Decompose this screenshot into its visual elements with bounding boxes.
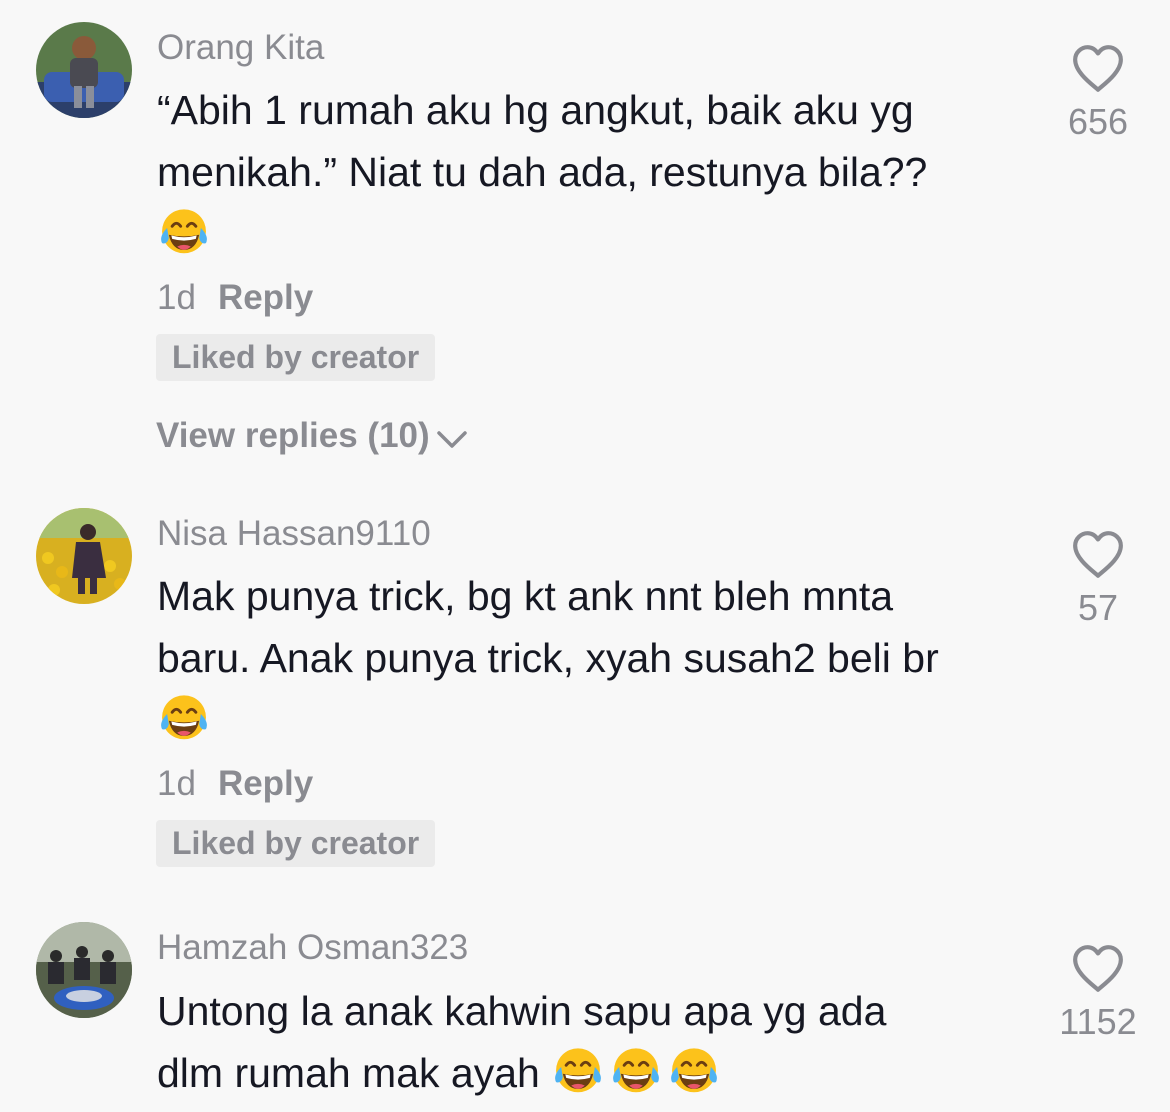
user-photo-icon xyxy=(36,22,132,118)
emoji-row xyxy=(157,203,1017,265)
heart-icon[interactable] xyxy=(1071,530,1125,580)
like-column: 1152 xyxy=(1050,944,1146,1042)
face-with-tears-of-joy-icon xyxy=(609,1045,663,1099)
comment-text-line-text: dlm rumah mak ayah xyxy=(157,1050,540,1096)
comment-text: Mak punya trick, bg kt ank nnt bleh mnta… xyxy=(157,565,1017,751)
like-count: 656 xyxy=(1067,101,1129,142)
comment-text-line: menikah.” Niat tu dah ada, restunya bila… xyxy=(157,149,928,195)
heart-icon[interactable] xyxy=(1071,944,1125,994)
username[interactable]: Hamzah Osman323 xyxy=(157,928,468,968)
comment-text-line: dlm rumah mak ayah xyxy=(157,1042,1017,1104)
timestamp: 1d xyxy=(157,764,196,803)
comment-text: “Abih 1 rumah aku hg angkut, baik aku yg… xyxy=(157,79,1017,265)
comment-text-line: Mak punya trick, bg kt ank nnt bleh mnta xyxy=(157,573,894,619)
reply-button[interactable]: Reply xyxy=(218,764,313,803)
face-with-tears-of-joy-icon xyxy=(157,206,211,260)
heart-icon[interactable] xyxy=(1071,44,1125,94)
like-count: 1152 xyxy=(1059,1001,1137,1042)
timestamp: 1d xyxy=(157,278,196,317)
username[interactable]: Nisa Hassan9110 xyxy=(157,514,431,554)
user-photo-icon xyxy=(36,508,132,604)
like-column: 57 xyxy=(1050,530,1146,628)
chevron-down-icon xyxy=(436,431,467,448)
like-column: 656 xyxy=(1050,44,1146,142)
comment-text-line: baru. Anak punya trick, xyah susah2 beli… xyxy=(157,635,939,681)
face-with-tears-of-joy-icon xyxy=(157,692,211,746)
user-photo-icon xyxy=(36,922,132,1018)
liked-by-creator-badge: Liked by creator xyxy=(156,334,436,381)
comment-text: Untong la anak kahwin sapu apa yg ada dl… xyxy=(157,980,1017,1104)
comment-text-line: “Abih 1 rumah aku hg angkut, baik aku yg xyxy=(157,87,914,133)
avatar[interactable] xyxy=(36,922,132,1018)
liked-by-creator-badge: Liked by creator xyxy=(156,820,436,867)
avatar[interactable] xyxy=(36,508,132,604)
face-with-tears-of-joy-icon xyxy=(667,1045,721,1099)
emoji-row xyxy=(157,689,1017,751)
comment-meta: 1d Reply xyxy=(157,278,313,318)
reply-button[interactable]: Reply xyxy=(218,278,313,317)
username[interactable]: Orang Kita xyxy=(157,28,324,68)
like-count: 57 xyxy=(1077,587,1119,628)
view-replies-button[interactable]: View replies (10) xyxy=(156,416,468,456)
avatar[interactable] xyxy=(36,22,132,118)
view-replies-label: View replies (10) xyxy=(156,416,430,455)
comment-text-line: Untong la anak kahwin sapu apa yg ada xyxy=(157,988,887,1034)
comment-meta: 1d Reply xyxy=(157,764,313,804)
face-with-tears-of-joy-icon xyxy=(551,1045,605,1099)
